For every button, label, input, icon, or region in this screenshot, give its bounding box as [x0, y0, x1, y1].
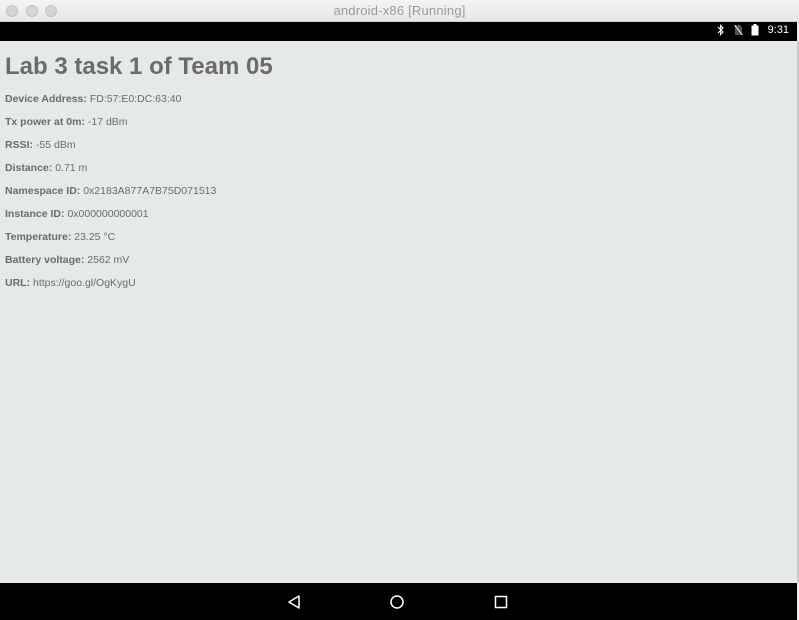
field-label: URL: — [5, 277, 31, 289]
battery-icon — [751, 24, 761, 36]
field-value: 2562 mV — [87, 254, 130, 266]
field-label: Temperature: — [5, 231, 72, 243]
field-label: Battery voltage: — [5, 254, 85, 266]
field-device-address: Device Address: FD:57:E0:DC:63:40 — [5, 93, 181, 105]
field-label: Device Address: — [5, 93, 87, 105]
window-titlebar[interactable]: android-x86 [Running] — [0, 0, 799, 22]
field-value: 23.25 °C — [74, 231, 116, 243]
field-url: URL: https://goo.gl/OgKygU — [5, 277, 136, 289]
field-label: Instance ID: — [5, 208, 65, 220]
emulator-window: android-x86 [Running] 9:31 Lab 3 task 1 … — [0, 0, 799, 620]
field-rssi: RSSI: -55 dBm — [5, 139, 76, 151]
app-content: Lab 3 task 1 of Team 05 Device Address: … — [0, 41, 797, 583]
field-namespace-id: Namespace ID: 0x2183A877A7B75D071513 — [5, 185, 216, 197]
field-label: RSSI: — [5, 139, 34, 151]
bluetooth-icon — [717, 24, 727, 36]
android-nav-bar — [0, 583, 797, 620]
field-label: Namespace ID: — [5, 185, 81, 197]
no-sim-icon — [733, 24, 744, 36]
field-value: 0.71 m — [55, 162, 88, 174]
field-value: -55 dBm — [35, 139, 76, 151]
field-label: Tx power at 0m: — [5, 116, 85, 128]
field-label: Distance: — [5, 162, 53, 174]
home-icon[interactable] — [388, 593, 406, 611]
field-value: 0x2183A877A7B75D071513 — [83, 185, 217, 197]
field-value: 0x000000000001 — [67, 208, 149, 220]
field-tx-power: Tx power at 0m: -17 dBm — [5, 116, 128, 128]
android-status-bar: 9:31 — [0, 22, 797, 41]
status-time: 9:31 — [767, 24, 789, 36]
field-instance-id: Instance ID: 0x000000000001 — [5, 208, 149, 220]
page-title: Lab 3 task 1 of Team 05 — [5, 53, 273, 80]
field-value: https://goo.gl/OgKygU — [33, 277, 136, 289]
field-value: FD:57:E0:DC:63:40 — [89, 93, 182, 105]
field-value: -17 dBm — [87, 116, 128, 128]
field-temperature: Temperature: 23.25 °C — [5, 231, 115, 243]
field-battery-voltage: Battery voltage: 2562 mV — [5, 254, 129, 266]
back-icon[interactable] — [285, 593, 303, 611]
recents-icon[interactable] — [492, 593, 510, 611]
window-title: android-x86 [Running] — [333, 3, 466, 18]
field-distance: Distance: 0.71 m — [5, 162, 87, 174]
